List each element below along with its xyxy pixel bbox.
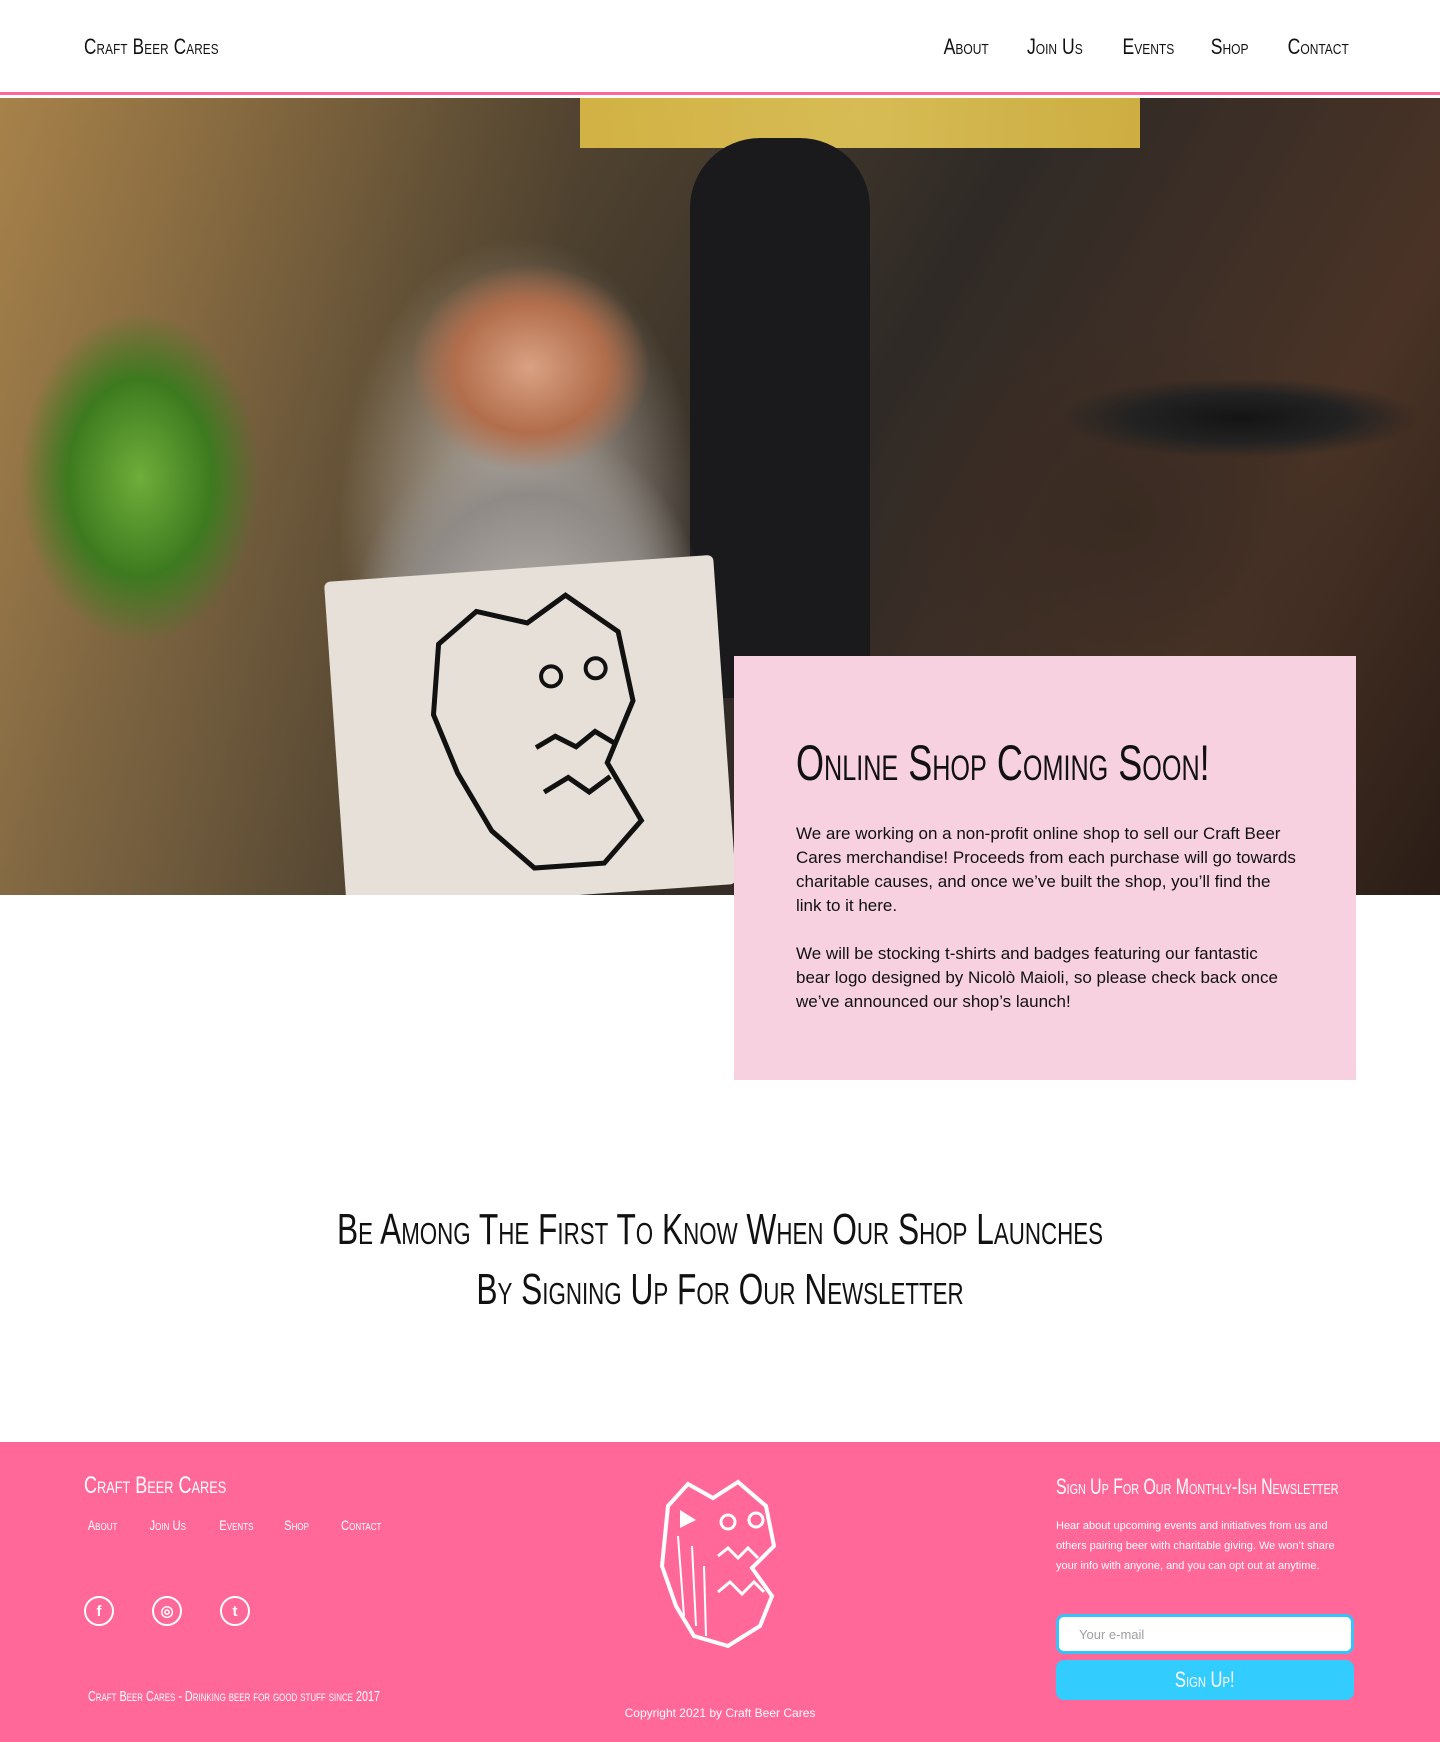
footer-tagline: Craft Beer Cares - Drinking beer for goo… bbox=[88, 1688, 380, 1705]
site-footer: Craft Beer Cares About Join Us Events Sh… bbox=[0, 1442, 1440, 1742]
callout-line-2: By Signing Up For Our Newsletter bbox=[476, 1265, 964, 1314]
footer-nav-about[interactable]: About bbox=[88, 1517, 118, 1533]
footer-nav-events[interactable]: Events bbox=[219, 1517, 253, 1533]
footer-nav-shop[interactable]: Shop bbox=[284, 1517, 309, 1533]
newsletter-description: Hear about upcoming events and initiativ… bbox=[1056, 1520, 1335, 1572]
social-links: f ◎ t bbox=[84, 1596, 250, 1626]
bear-print bbox=[430, 592, 645, 871]
callout-line-1: Be Among The First To Know When Our Shop… bbox=[336, 1205, 1104, 1254]
tote-bag bbox=[323, 554, 737, 895]
copyright: Copyright 2021 by Craft Beer Cares bbox=[624, 1706, 816, 1720]
card-paragraph-2: We will be stocking t-shirts and badges … bbox=[796, 944, 1278, 1011]
plant bbox=[0, 278, 340, 698]
nav-contact[interactable]: Contact bbox=[1287, 34, 1348, 60]
bear-logo-icon bbox=[659, 1479, 777, 1649]
footer-nav-contact[interactable]: Contact bbox=[341, 1517, 381, 1533]
footer-nav: About Join Us Events Shop Contact bbox=[84, 1517, 387, 1533]
email-field[interactable] bbox=[1056, 1614, 1354, 1654]
instagram-icon[interactable]: ◎ bbox=[152, 1596, 182, 1626]
site-header: Craft Beer Cares About Join Us Events Sh… bbox=[0, 0, 1440, 95]
shop-coming-soon-card: Online Shop Coming Soon! We are working … bbox=[734, 656, 1356, 1080]
newsletter-title: Sign Up For Our Monthly-Ish Newsletter bbox=[1056, 1474, 1339, 1499]
footer-nav-join-us[interactable]: Join Us bbox=[150, 1517, 186, 1533]
nav-join-us[interactable]: Join Us bbox=[1027, 34, 1083, 60]
brewery-banner bbox=[580, 98, 1140, 148]
newsletter-callout: Be Among The First To Know When Our Shop… bbox=[0, 1200, 1440, 1320]
cooking-pans bbox=[1000, 358, 1440, 558]
sign-up-button[interactable]: Sign Up! bbox=[1056, 1660, 1354, 1700]
card-paragraph-1: We are working on a non-profit online sh… bbox=[796, 824, 1296, 915]
nav-shop[interactable]: Shop bbox=[1211, 34, 1249, 60]
nav-events[interactable]: Events bbox=[1122, 34, 1174, 60]
main-nav: About Join Us Events Shop Contact bbox=[938, 34, 1356, 60]
nav-about[interactable]: About bbox=[943, 34, 988, 60]
facebook-icon[interactable]: f bbox=[84, 1596, 114, 1626]
twitter-icon[interactable]: t bbox=[220, 1596, 250, 1626]
card-title: Online Shop Coming Soon! bbox=[796, 735, 1210, 791]
footer-brand[interactable]: Craft Beer Cares bbox=[84, 1472, 226, 1500]
sign-up-button-label: Sign Up! bbox=[1175, 1667, 1235, 1692]
site-brand-link[interactable]: Craft Beer Cares bbox=[84, 34, 219, 60]
